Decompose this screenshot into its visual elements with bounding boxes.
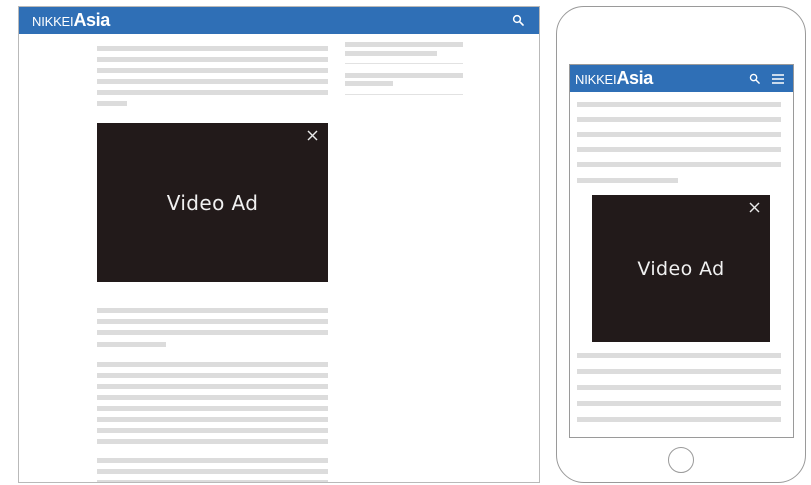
text-line-placeholder — [97, 46, 328, 51]
home-button[interactable] — [668, 447, 694, 473]
text-line-placeholder — [97, 330, 328, 335]
text-line-placeholder — [97, 90, 328, 95]
text-line-placeholder — [577, 369, 781, 374]
text-line-placeholder — [577, 417, 781, 422]
sidebar-divider — [345, 94, 463, 95]
logo-asia-text: Asia — [616, 68, 653, 88]
text-line-placeholder — [97, 406, 328, 411]
site-header: NIKKEIAsia — [19, 7, 539, 34]
close-icon[interactable] — [749, 202, 760, 213]
mobile-site-header: NIKKEIAsia — [570, 65, 793, 92]
text-line-placeholder — [97, 373, 328, 378]
hamburger-menu-icon[interactable] — [772, 74, 784, 84]
text-line-placeholder — [577, 178, 678, 183]
text-line-placeholder — [97, 308, 328, 313]
text-line-placeholder — [577, 147, 781, 152]
text-line-placeholder — [97, 469, 328, 474]
text-line-placeholder — [577, 162, 781, 167]
sidebar-line-placeholder — [345, 81, 393, 86]
text-line-placeholder — [577, 401, 781, 406]
close-icon[interactable] — [307, 130, 318, 141]
video-ad-label: Video Ad — [637, 257, 725, 280]
video-ad-label: Video Ad — [166, 190, 259, 215]
text-line-placeholder — [97, 342, 166, 347]
video-ad[interactable]: Video Ad — [592, 195, 770, 342]
text-line-placeholder — [577, 117, 781, 122]
text-line-placeholder — [97, 417, 328, 422]
logo-asia-text: Asia — [73, 10, 110, 30]
sidebar-line-placeholder — [345, 73, 463, 78]
search-icon[interactable] — [512, 14, 524, 26]
sidebar-line-placeholder — [345, 51, 437, 56]
text-line-placeholder — [97, 319, 328, 324]
text-line-placeholder — [97, 395, 328, 400]
text-line-placeholder — [97, 439, 328, 444]
nikkei-asia-logo[interactable]: NIKKEIAsia — [575, 68, 653, 89]
text-line-placeholder — [97, 458, 328, 463]
text-line-placeholder — [97, 101, 127, 106]
text-line-placeholder — [577, 132, 781, 137]
nikkei-asia-logo[interactable]: NIKKEIAsia — [32, 10, 110, 31]
text-line-placeholder — [97, 384, 328, 389]
text-line-placeholder — [97, 362, 328, 367]
desktop-mockup: NIKKEIAsia Video Ad — [18, 6, 540, 483]
search-icon[interactable] — [749, 73, 760, 84]
logo-nikkei-text: NIKKEI — [32, 14, 74, 29]
sidebar-line-placeholder — [345, 42, 463, 47]
logo-nikkei-text: NIKKEI — [575, 72, 617, 87]
text-line-placeholder — [97, 68, 328, 73]
text-line-placeholder — [97, 428, 328, 433]
video-ad[interactable]: Video Ad — [97, 123, 328, 282]
text-line-placeholder — [97, 57, 328, 62]
sidebar-divider — [345, 63, 463, 64]
text-line-placeholder — [97, 480, 328, 482]
phone-mockup: NIKKEIAsia Video Ad — [556, 6, 806, 483]
text-line-placeholder — [97, 79, 328, 84]
text-line-placeholder — [577, 102, 781, 107]
phone-screen: NIKKEIAsia Video Ad — [569, 64, 794, 438]
text-line-placeholder — [577, 385, 781, 390]
text-line-placeholder — [577, 353, 781, 358]
